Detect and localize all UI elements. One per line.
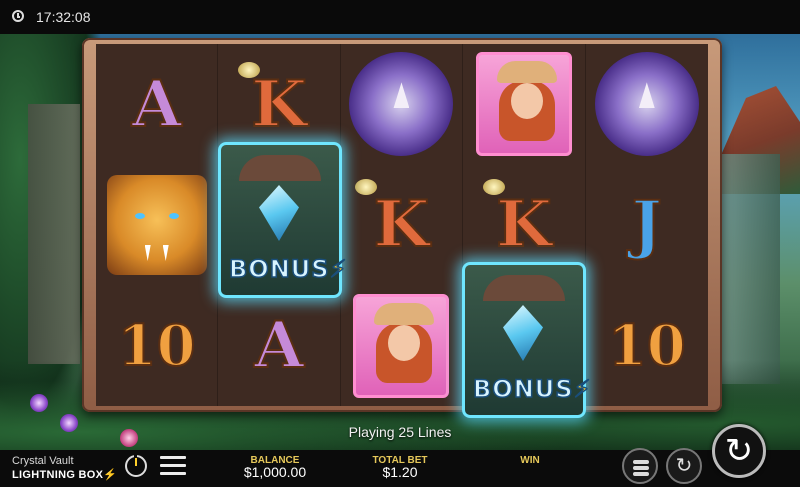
- clock-icon: [12, 10, 24, 22]
- reel-cell: [341, 285, 464, 406]
- symbol-10: 10: [607, 312, 687, 380]
- reel-cell: 10: [586, 285, 708, 406]
- status-bar: 17:32:08: [0, 0, 800, 34]
- crystal-icon: [259, 185, 299, 241]
- tiger-symbol: [106, 174, 207, 275]
- reel-cell: J: [586, 165, 708, 286]
- win-label: WIN: [520, 455, 540, 466]
- autoplay-icon[interactable]: [666, 448, 702, 484]
- reel-grid: A K K K J 10 A 10: [96, 44, 708, 406]
- coin-stack-icon[interactable]: [622, 448, 658, 484]
- reel-cell: [96, 164, 219, 286]
- spin-icon[interactable]: [712, 424, 766, 478]
- menu-icon[interactable]: [160, 456, 186, 476]
- symbol-10: 10: [117, 312, 197, 380]
- bonus-symbol: BONUS⚡: [218, 142, 347, 298]
- symbol-a: A: [131, 66, 183, 143]
- reel-cell: A: [218, 285, 341, 406]
- symbol-k: K: [373, 186, 431, 263]
- bonus-symbol: BONUS⚡: [462, 262, 591, 418]
- total-bet-value[interactable]: $1.20: [365, 464, 435, 480]
- temple-gate: [483, 275, 565, 301]
- reel-cell: K: [341, 164, 464, 286]
- crystal-icon: [503, 305, 543, 361]
- reel-cell: A: [96, 44, 219, 165]
- explorer-symbol: [353, 293, 450, 398]
- reel-cell: [341, 44, 464, 165]
- reel-cell: 10: [96, 285, 219, 406]
- left-ruin-pillar: [28, 104, 80, 364]
- sound-toggle-icon[interactable]: [125, 455, 147, 477]
- balance-value: $1,000.00: [243, 464, 307, 480]
- symbol-k: K: [495, 186, 553, 263]
- rhino-symbol: [594, 52, 699, 157]
- purple-flower: [30, 394, 48, 412]
- reel-cell: [463, 44, 586, 165]
- brand-logo: LIGHTNING BOX⚡: [12, 469, 118, 481]
- beetle-ornament: [483, 178, 506, 195]
- reel-cell: [586, 44, 708, 165]
- explorer-symbol: [475, 52, 572, 157]
- clock-time: 17:32:08: [36, 9, 91, 25]
- paylines-text: Playing 25 Lines: [348, 424, 452, 440]
- beetle-ornament: [354, 178, 377, 195]
- temple-gate: [239, 155, 321, 181]
- symbol-j: J: [631, 186, 663, 263]
- bonus-label: BONUS⚡: [472, 374, 592, 404]
- symbol-k: K: [250, 66, 308, 143]
- symbol-a: A: [253, 307, 305, 384]
- rhino-symbol: [349, 52, 454, 157]
- bonus-label: BONUS⚡: [228, 254, 348, 284]
- game-name: Crystal Vault: [12, 455, 74, 467]
